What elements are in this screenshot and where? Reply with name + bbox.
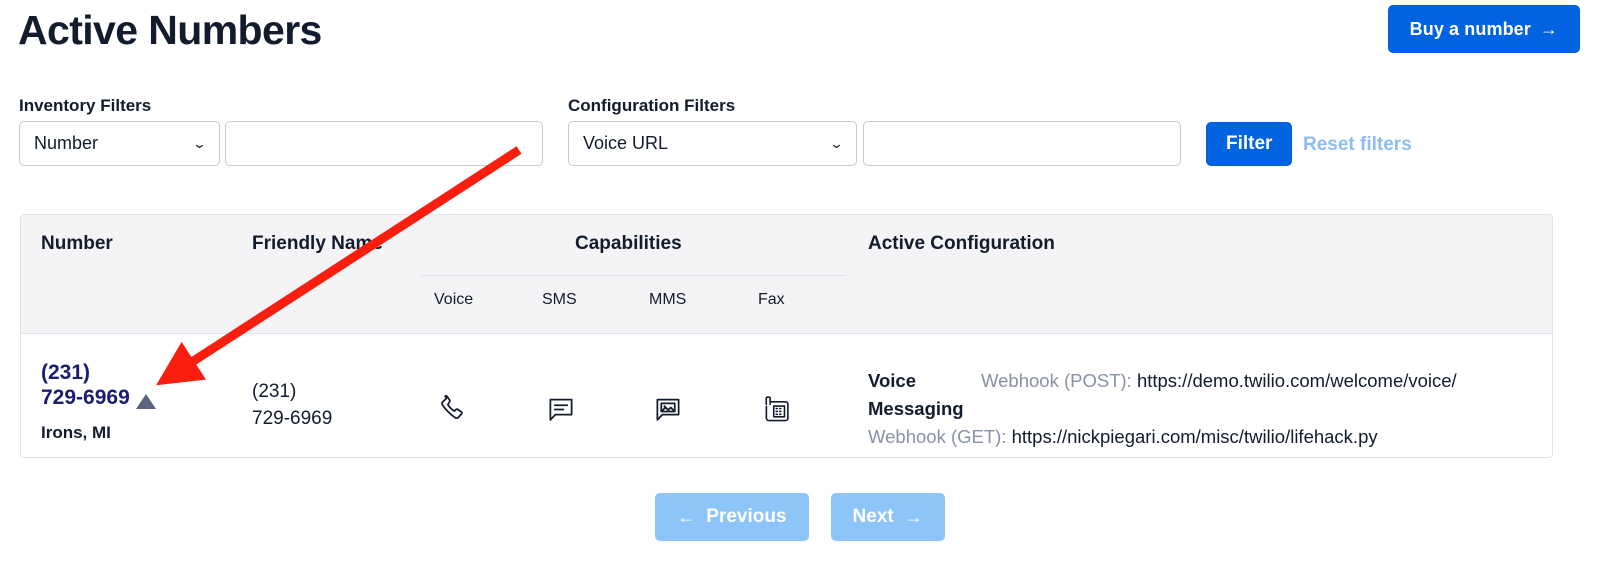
filter-bar: Inventory Filters Configuration Filters … <box>0 96 1600 176</box>
number-location: Irons, MI <box>41 422 111 442</box>
voice-config-label: Voice <box>868 370 916 391</box>
next-page-button[interactable]: Next → <box>830 493 945 541</box>
column-header-friendly-name: Friendly Name <box>252 233 383 254</box>
cell-active-configuration: Voice Webhook (POST): https://demo.twilio… <box>868 367 1542 451</box>
column-header-capabilities: Capabilities <box>575 233 682 254</box>
configuration-filters-label: Configuration Filters <box>568 96 736 115</box>
subcolumn-header-sms: SMS <box>542 291 577 308</box>
inventory-filter-input[interactable] <box>225 121 543 166</box>
table-header: Number Friendly Name Capabilities Active… <box>21 215 1552 334</box>
inventory-filter-select[interactable]: Number ⌄ <box>19 121 220 166</box>
page-title: Active Numbers <box>18 7 322 53</box>
messaging-webhook-key: Webhook (GET): <box>868 426 1007 448</box>
configuration-filter-select-value: Voice URL <box>583 133 669 153</box>
inventory-filter-select-value: Number <box>34 133 99 153</box>
buy-a-number-button[interactable]: Buy a number → <box>1387 5 1580 53</box>
inventory-filters-label: Inventory Filters <box>19 96 152 115</box>
friendly-name-line-1: (231) <box>252 381 297 402</box>
voice-webhook-url: https://demo.twilio.com/welcome/voice/ <box>1136 370 1457 391</box>
configuration-filter-input[interactable] <box>863 121 1181 166</box>
configuration-filter-select[interactable]: Voice URL ⌄ <box>568 121 857 166</box>
arrow-left-icon: ← <box>677 506 696 527</box>
reset-filters-link[interactable]: Reset filters <box>1303 134 1412 156</box>
arrow-right-icon: → <box>904 506 923 527</box>
phone-icon <box>437 394 467 424</box>
chevron-down-icon: ⌄ <box>192 136 207 151</box>
numbers-table: Number Friendly Name Capabilities Active… <box>20 214 1553 458</box>
buy-a-number-label: Buy a number <box>1409 18 1531 39</box>
subcolumn-header-voice: Voice <box>434 291 474 308</box>
chat-bubble-icon <box>546 394 576 424</box>
chat-bubble-image-icon <box>653 394 683 424</box>
messaging-config-label-line: Messaging <box>868 395 1542 423</box>
next-page-label: Next <box>852 506 894 527</box>
number-link[interactable]: (231) 729-6969 <box>41 361 231 411</box>
voice-webhook-key: Webhook (POST): <box>981 370 1132 391</box>
number-line-1: (231) <box>41 361 91 384</box>
table-row: (231) 729-6969 Irons, MI (231) 729-6969 <box>21 334 1552 457</box>
subcolumn-header-mms: MMS <box>649 291 687 308</box>
previous-page-button[interactable]: ← Previous <box>655 493 809 541</box>
messaging-config-label: Messaging <box>868 398 964 420</box>
capabilities-divider <box>421 275 846 276</box>
active-numbers-page: Active Numbers Buy a number → Inventory … <box>0 0 1600 570</box>
column-header-active-configuration: Active Configuration <box>868 233 1055 254</box>
filter-button[interactable]: Filter <box>1206 122 1293 166</box>
number-line-2: 729-6969 <box>41 385 130 409</box>
messaging-webhook-url: https://nickpiegari.com/misc/twilio/life… <box>1011 426 1378 448</box>
fax-icon <box>761 394 791 424</box>
previous-page-label: Previous <box>706 506 787 527</box>
pagination: ← Previous Next → <box>0 493 1600 541</box>
friendly-name-line-2: 729-6969 <box>252 407 333 429</box>
subcolumn-header-fax: Fax <box>758 291 785 308</box>
triangle-up-icon <box>135 393 156 409</box>
arrow-right-icon: → <box>1539 19 1558 39</box>
column-header-number: Number <box>41 233 113 254</box>
voice-config-line: Voice Webhook (POST): https://demo.twilio… <box>868 367 1542 395</box>
chevron-down-icon: ⌄ <box>829 136 844 151</box>
messaging-config-line: Webhook (GET): https://nickpiegari.com/m… <box>868 423 1542 451</box>
cell-friendly-name: (231) 729-6969 <box>252 379 402 432</box>
cell-number: (231) 729-6969 Irons, MI <box>41 361 231 443</box>
